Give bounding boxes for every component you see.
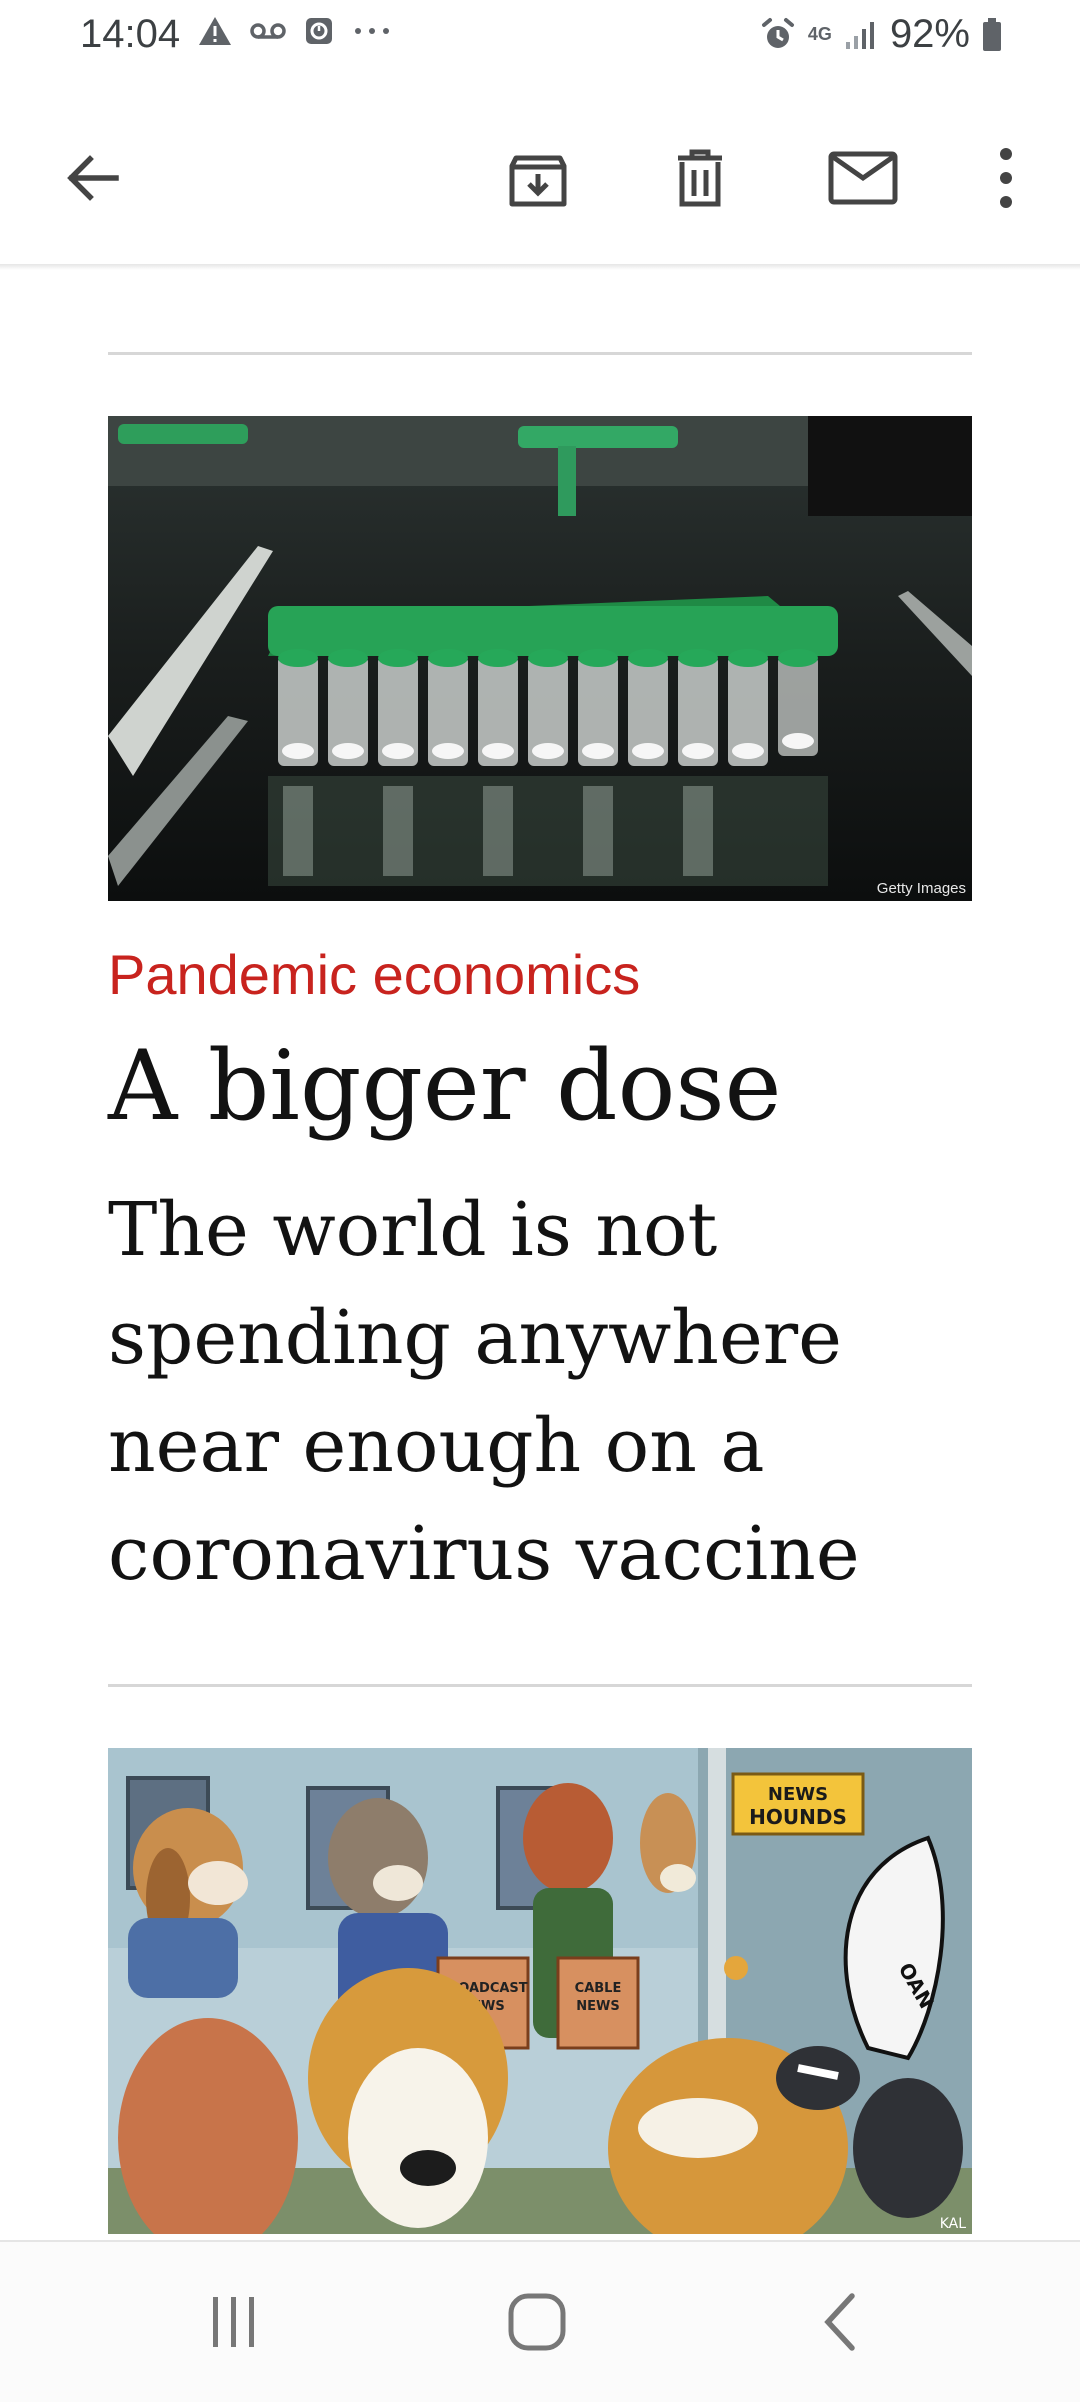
cartoon-sign-line2: HOUNDS xyxy=(749,1805,847,1829)
battery-percent: 92% xyxy=(889,12,970,56)
back-button[interactable] xyxy=(44,130,140,226)
cartoon-image[interactable]: NEWS HOUNDS BROADCAST NEWS CABLE NEWS OA… xyxy=(108,1748,972,2234)
recent-apps-icon xyxy=(213,2297,254,2347)
email-toolbar xyxy=(0,90,1080,266)
recent-apps-button[interactable] xyxy=(184,2282,284,2362)
cartoon-sign-line1: NEWS xyxy=(768,1784,828,1805)
alarm-clock-app-icon xyxy=(306,18,332,44)
archive-button[interactable] xyxy=(490,130,586,226)
image-credit: Getty Images xyxy=(876,880,966,897)
status-time: 14:04 xyxy=(80,12,181,56)
home-icon xyxy=(508,2293,566,2351)
divider xyxy=(108,352,972,355)
mark-unread-button[interactable] xyxy=(815,130,911,226)
article-image[interactable]: Getty Images xyxy=(108,416,972,901)
more-dots-icon xyxy=(355,28,389,34)
news-hounds-cartoon: NEWS HOUNDS BROADCAST NEWS CABLE NEWS OA… xyxy=(108,1748,972,2234)
article-kicker[interactable]: Pandemic economics xyxy=(108,942,640,1007)
system-back-button[interactable] xyxy=(790,2282,890,2362)
article-headline[interactable]: A bigger dose xyxy=(108,1030,781,1142)
voicemail-icon xyxy=(250,23,286,39)
status-bar: 14:04 4G 92% xyxy=(0,0,1080,76)
back-arrow-icon xyxy=(67,155,119,201)
article-standfirst[interactable]: The world is not spending anywhere near … xyxy=(108,1176,988,1608)
delete-icon xyxy=(678,149,722,207)
toolbar-shadow xyxy=(0,264,1080,270)
mark-unread-icon xyxy=(828,151,898,205)
archive-icon xyxy=(509,155,567,207)
vaccine-vials-photo xyxy=(108,416,972,901)
delete-button[interactable] xyxy=(652,130,748,226)
network-type-label: 4G xyxy=(807,24,832,44)
alarm-icon xyxy=(761,17,794,48)
home-button[interactable] xyxy=(487,2282,587,2362)
more-vert-icon xyxy=(1000,148,1012,208)
battery-icon xyxy=(983,17,1001,51)
chair-label-right: CABLE xyxy=(575,1981,622,1996)
cartoonist-signature: KAL xyxy=(940,2216,967,2232)
more-options-button[interactable] xyxy=(958,130,1054,226)
warning-icon xyxy=(199,17,231,45)
back-icon xyxy=(824,2293,855,2351)
chair-label-right-2: NEWS xyxy=(576,1999,619,2014)
system-nav-bar xyxy=(0,2240,1080,2402)
divider xyxy=(108,1684,972,1687)
signal-icon xyxy=(845,21,874,49)
